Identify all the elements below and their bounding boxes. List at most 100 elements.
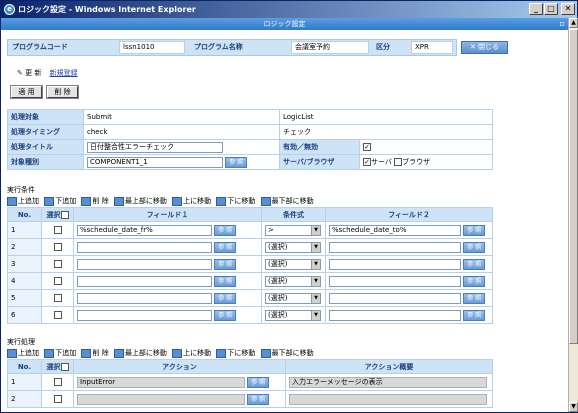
browser-window: e ロジック設定 - Windows Internet Explorer _ □… <box>0 0 578 413</box>
table-row: 1 %schedule_date_fr% 参 照 > ▼ %schedule_da… <box>7 221 493 239</box>
col-op: 条件式 <box>261 207 326 222</box>
kubun-label: 区分 <box>376 43 390 51</box>
timing-value: check <box>83 124 280 140</box>
action-ref-button[interactable]: 参 照 <box>247 393 270 405</box>
cond-move-top[interactable]: 最上部に移動 <box>114 197 167 205</box>
exec-table: No. 選択 アクション アクション概要 1 InputError 参 照 入力… <box>7 359 493 408</box>
select-all-checkbox[interactable] <box>60 210 69 219</box>
cond-add-above[interactable]: 上追加 <box>7 197 39 205</box>
field2-input[interactable] <box>329 309 461 321</box>
op-select[interactable]: (選択) ▼ <box>265 275 321 287</box>
op-select[interactable]: (選択) ▼ <box>265 241 321 253</box>
cond-move-down[interactable]: 下に移動 <box>216 197 255 205</box>
field1-ref-button[interactable]: 参 照 <box>214 309 237 321</box>
scroll-up-icon[interactable]: ▲ <box>569 18 578 28</box>
exec-toolbar: 上追加 下追加 削 除 最上部に移動 上に移動 下に移動 最下部に移動 <box>7 348 317 358</box>
exec-delete[interactable]: 削 除 <box>81 349 108 357</box>
kind-ref-button[interactable]: 参 照 <box>225 156 248 168</box>
kubun-value: XPR <box>411 41 453 54</box>
scroll-down-icon[interactable]: ▼ <box>569 402 578 412</box>
op-select[interactable]: (選択) ▼ <box>265 292 321 304</box>
exec-move-down[interactable]: 下に移動 <box>216 349 255 357</box>
apply-button[interactable]: 適 用 <box>10 85 43 99</box>
op-value: > <box>268 225 274 234</box>
field2-input[interactable]: %schedule_date_to% <box>329 224 461 236</box>
field1-ref-button[interactable]: 参 照 <box>214 292 237 304</box>
maximize-button[interactable]: □ <box>544 3 558 15</box>
kind-input[interactable]: COMPONENT1_1 <box>87 156 223 168</box>
exec-move-up[interactable]: 上に移動 <box>172 349 211 357</box>
field1-input[interactable] <box>77 241 212 253</box>
field1-ref-button[interactable]: 参 照 <box>214 275 237 287</box>
field2-input[interactable] <box>329 292 461 304</box>
field1-ref-button[interactable]: 参 照 <box>214 258 237 270</box>
cond-move-up[interactable]: 上に移動 <box>172 197 211 205</box>
row-checkbox[interactable] <box>53 226 62 234</box>
vertical-scrollbar[interactable]: ▲ ▼ <box>568 18 578 412</box>
browser-option-label: ブラウザ <box>402 158 431 166</box>
minimize-button[interactable]: _ <box>529 3 543 15</box>
exec-add-above[interactable]: 上追加 <box>7 349 39 357</box>
field2-ref-button[interactable]: 参 照 <box>463 258 486 270</box>
field2-ref-button[interactable]: 参 照 <box>463 241 486 253</box>
row-checkbox[interactable] <box>53 294 62 302</box>
col-no: No. <box>7 207 42 222</box>
field2-ref-button[interactable]: 参 照 <box>463 275 486 287</box>
op-select[interactable]: (選択) ▼ <box>265 258 321 270</box>
scroll-thumb[interactable] <box>569 29 578 344</box>
close-page-button[interactable]: ✕ 閉じる <box>461 41 508 54</box>
row-checkbox[interactable] <box>53 311 62 319</box>
field1-input[interactable] <box>77 275 212 287</box>
field2-ref-button[interactable]: 参 照 <box>463 292 486 304</box>
new-register-link[interactable]: 新規登録 <box>50 69 78 77</box>
exec-add-below[interactable]: 下追加 <box>44 349 76 357</box>
valid-checkbox[interactable]: ✓ <box>363 143 371 151</box>
cond-toolbar: 上追加 下追加 削 除 最上部に移動 上に移動 下に移動 最下部に移動 <box>7 196 317 206</box>
close-window-button[interactable]: ✕ <box>561 3 575 15</box>
row-checkbox[interactable] <box>53 277 62 285</box>
field1-input[interactable]: %schedule_date_fr% <box>77 224 212 236</box>
row-checkbox[interactable] <box>53 378 62 386</box>
action-ref-button[interactable]: 参 照 <box>247 376 270 388</box>
row-no: 2 <box>7 238 42 256</box>
timing-value-2: チェック <box>279 124 493 140</box>
program-info-bar: プログラムコード lssn1010 プログラム名称 会議室予約 区分 XPR <box>7 39 457 56</box>
chevron-down-icon: ▼ <box>311 276 320 286</box>
window-title: ロジック設定 - Windows Internet Explorer <box>18 5 196 14</box>
exec-select-all-checkbox[interactable] <box>60 362 69 371</box>
field2-ref-button[interactable]: 参 照 <box>463 309 486 321</box>
row-checkbox[interactable] <box>53 395 62 403</box>
row-checkbox[interactable] <box>53 260 62 268</box>
chevron-down-icon: ▼ <box>311 310 320 320</box>
exec-move-bottom[interactable]: 最下部に移動 <box>261 349 314 357</box>
op-select[interactable]: > ▼ <box>265 224 321 236</box>
field1-ref-button[interactable]: 参 照 <box>214 224 237 236</box>
row-no: 1 <box>7 221 42 239</box>
cond-move-bottom[interactable]: 最下部に移動 <box>261 197 314 205</box>
table-row: 3 参 照 (選択) ▼ 参 照 <box>7 255 493 273</box>
row-checkbox[interactable] <box>53 243 62 251</box>
field2-input[interactable] <box>329 241 461 253</box>
delete-button[interactable]: 削 除 <box>46 85 79 99</box>
exec-col-select: 選択 <box>46 362 61 371</box>
browser-checkbox[interactable] <box>394 158 403 166</box>
field1-input[interactable] <box>77 309 212 321</box>
col-field2: フィールド２ <box>325 207 493 222</box>
field2-input[interactable] <box>329 275 461 287</box>
title-input[interactable]: 日付整合性エラーチェック <box>87 141 223 153</box>
field2-ref-button[interactable]: 参 照 <box>463 224 486 236</box>
server-browser-label: サーバ/ブラウザ <box>279 154 360 170</box>
edit-mode-label: 更 新 <box>25 69 42 77</box>
op-value: (選択) <box>268 259 288 268</box>
title-bar: e ロジック設定 - Windows Internet Explorer _ □… <box>1 1 577 18</box>
cond-add-below[interactable]: 下追加 <box>44 197 76 205</box>
exec-move-top[interactable]: 最上部に移動 <box>114 349 167 357</box>
op-select[interactable]: (選択) ▼ <box>265 309 321 321</box>
cond-delete[interactable]: 削 除 <box>81 197 108 205</box>
field1-input[interactable] <box>77 292 212 304</box>
table-row: 2 参 照 <box>7 390 493 408</box>
field1-ref-button[interactable]: 参 照 <box>214 241 237 253</box>
field2-input[interactable] <box>329 258 461 270</box>
field1-input[interactable] <box>77 258 212 270</box>
server-checkbox[interactable]: ✓ <box>363 158 371 166</box>
